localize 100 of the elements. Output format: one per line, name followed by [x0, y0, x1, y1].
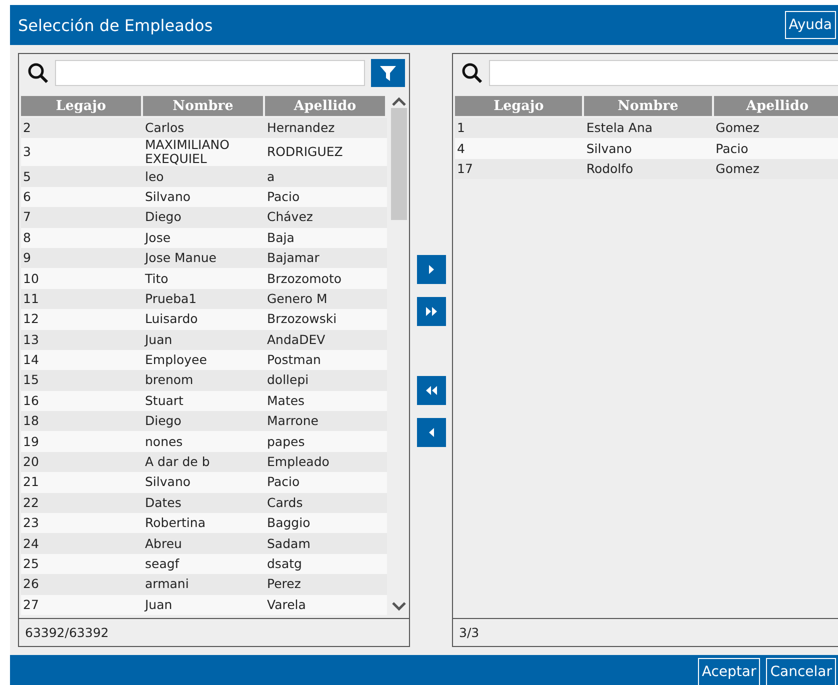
table-row[interactable]: 17 Rodolfo Gomez [455, 158, 838, 180]
record-count: 3/3 [459, 625, 480, 640]
transfer-button[interactable] [416, 255, 446, 284]
table-row[interactable]: 26 armani Perez [21, 574, 387, 595]
table-cell-text: Gomez [714, 162, 760, 176]
table-cell-text: Chávez [266, 210, 314, 224]
table-cell-text: dsatg [266, 557, 303, 571]
table-row[interactable]: 20 A dar de b Empleado [21, 452, 387, 472]
table-cell-text: Pacio [714, 142, 750, 156]
table-cell-text: Perez [266, 577, 302, 592]
double-arrow-icon [426, 386, 436, 395]
table-cell-text: papes [266, 434, 306, 449]
table-cell-text: Marrone [266, 414, 320, 428]
table-cell-text: Mates [266, 394, 306, 408]
table-row[interactable]: 22 Dates Cards [21, 492, 387, 514]
search-field[interactable] [489, 60, 838, 86]
filter-button[interactable] [371, 59, 405, 87]
table-cell-text: Stuart [144, 394, 184, 408]
table-row[interactable]: 13 Juan AndaDEV [21, 330, 387, 350]
table-cell-text: 5 [22, 170, 32, 184]
search-icon [461, 62, 483, 84]
table-cell-text: 3 [22, 145, 32, 160]
table-cell-text: leo [144, 170, 165, 184]
table-cell-text: Employee [144, 353, 208, 368]
table-cell-text: Hernandez [266, 121, 336, 136]
table-cell-text: 10 [22, 272, 40, 286]
table-row[interactable]: 4 Silvano Pacio [455, 138, 838, 159]
table-row[interactable]: 15 brenom dollepi [21, 370, 387, 391]
table-cell-text: 12 [22, 312, 40, 326]
table-row[interactable]: 3 MAXIMILIANO EXEQUIEL RODRIGUEZ [21, 138, 387, 166]
table-cell-text: Silvano [144, 475, 192, 490]
table-row[interactable]: 7 Diego Chávez [21, 207, 387, 228]
table-cell-text: 13 [22, 332, 40, 347]
table-cell-text: 6 [22, 190, 32, 204]
table-row[interactable]: 25 seagf dsatg [21, 554, 387, 574]
scroll-down-icon[interactable] [391, 600, 407, 612]
transfer-button[interactable] [416, 376, 446, 405]
help-button[interactable]: Ayuda [784, 11, 836, 39]
table-row[interactable]: 10 Tito Brzozomoto [21, 268, 387, 289]
table-row[interactable]: 11 Prueba1 Genero M [21, 288, 387, 310]
search-icon [27, 62, 49, 84]
table-cell-text: nones [144, 434, 184, 449]
table-cell-text: Luisardo [144, 312, 199, 326]
table-cell-text: RODRIGUEZ [266, 145, 344, 160]
table-row[interactable]: 2 Carlos Hernandez [21, 118, 387, 138]
record-count: 63392/63392 [25, 625, 109, 640]
transfer-button[interactable] [416, 418, 446, 447]
arrow-icon [428, 265, 434, 274]
table-row[interactable]: 6 Silvano Pacio [21, 186, 387, 208]
table-cell-text: brenom [144, 373, 194, 388]
transfer-button[interactable] [416, 297, 446, 326]
table-cell-text: Postman [266, 353, 322, 368]
table-cell-text: Rodolfo [585, 162, 634, 176]
table-row[interactable]: 5 leo a [21, 166, 387, 187]
table-row[interactable]: 19 nones papes [21, 431, 387, 452]
table-cell-text: 16 [22, 394, 40, 408]
table-cell-text: 23 [22, 516, 40, 530]
table-cell-text: dollepi [266, 373, 310, 388]
table-cell-text: 25 [22, 557, 40, 571]
table-cell-text: Brzozomoto [266, 272, 343, 286]
table-cell-text: Jose Manue [143, 251, 218, 266]
dialog-button[interactable]: Cancelar [766, 658, 836, 685]
table-cell-text: Baja [266, 230, 296, 245]
table-row[interactable]: 8 Jose Baja [21, 228, 387, 248]
dialog-button[interactable]: Aceptar [698, 658, 760, 685]
table-cell-text: Abreu [144, 536, 183, 551]
table-row[interactable]: 21 Silvano Pacio [21, 472, 387, 493]
table-cell-text: Gomez [714, 121, 760, 136]
table-cell-text: Baggio [266, 516, 312, 530]
table-cell-text: 24 [22, 536, 40, 551]
table-row[interactable]: 14 Employee Postman [21, 350, 387, 370]
table-cell-text: 2 [22, 121, 32, 136]
table-row[interactable]: 12 Luisardo Brzozowski [21, 309, 387, 330]
table-row[interactable]: 23 Robertina Baggio [21, 513, 387, 534]
table-row[interactable]: 16 Stuart Mates [21, 390, 387, 412]
table-cell-text: 1 [456, 121, 466, 136]
table-cell-text: Carlos [144, 121, 186, 136]
table-row[interactable]: 27 Juan Varela [21, 594, 387, 615]
table-cell-text: Silvano [585, 142, 633, 156]
table-cell-text: Estela Ana [585, 121, 654, 136]
table-cell-text: a [266, 170, 276, 184]
table-cell-text: armani [144, 577, 190, 592]
table-cell-text: 14 [22, 353, 40, 368]
table-cell-text: 19 [22, 434, 40, 449]
table-row[interactable]: 9 Jose Manue Bajamar [21, 248, 387, 268]
table-row[interactable]: 24 Abreu Sadam [21, 533, 387, 554]
scrollbar-thumb[interactable] [391, 108, 407, 220]
table-cell-text: 17 [456, 162, 474, 176]
scroll-up-icon[interactable] [391, 96, 407, 108]
table-cell-text: Juan [143, 598, 174, 612]
table-cell-text: Jose [143, 230, 172, 245]
table-cell-text: 26 [22, 577, 40, 592]
table-cell-text: 18 [22, 414, 40, 428]
arrow-icon [428, 428, 434, 437]
search-field[interactable] [55, 60, 365, 86]
table-cell-text: Brzozowski [266, 312, 338, 326]
table-cell-text: Varela [266, 598, 307, 612]
table-row[interactable]: 18 Diego Marrone [21, 411, 387, 432]
table-row[interactable]: 1 Estela Ana Gomez [455, 118, 838, 138]
table-cell-text: 15 [22, 373, 40, 388]
